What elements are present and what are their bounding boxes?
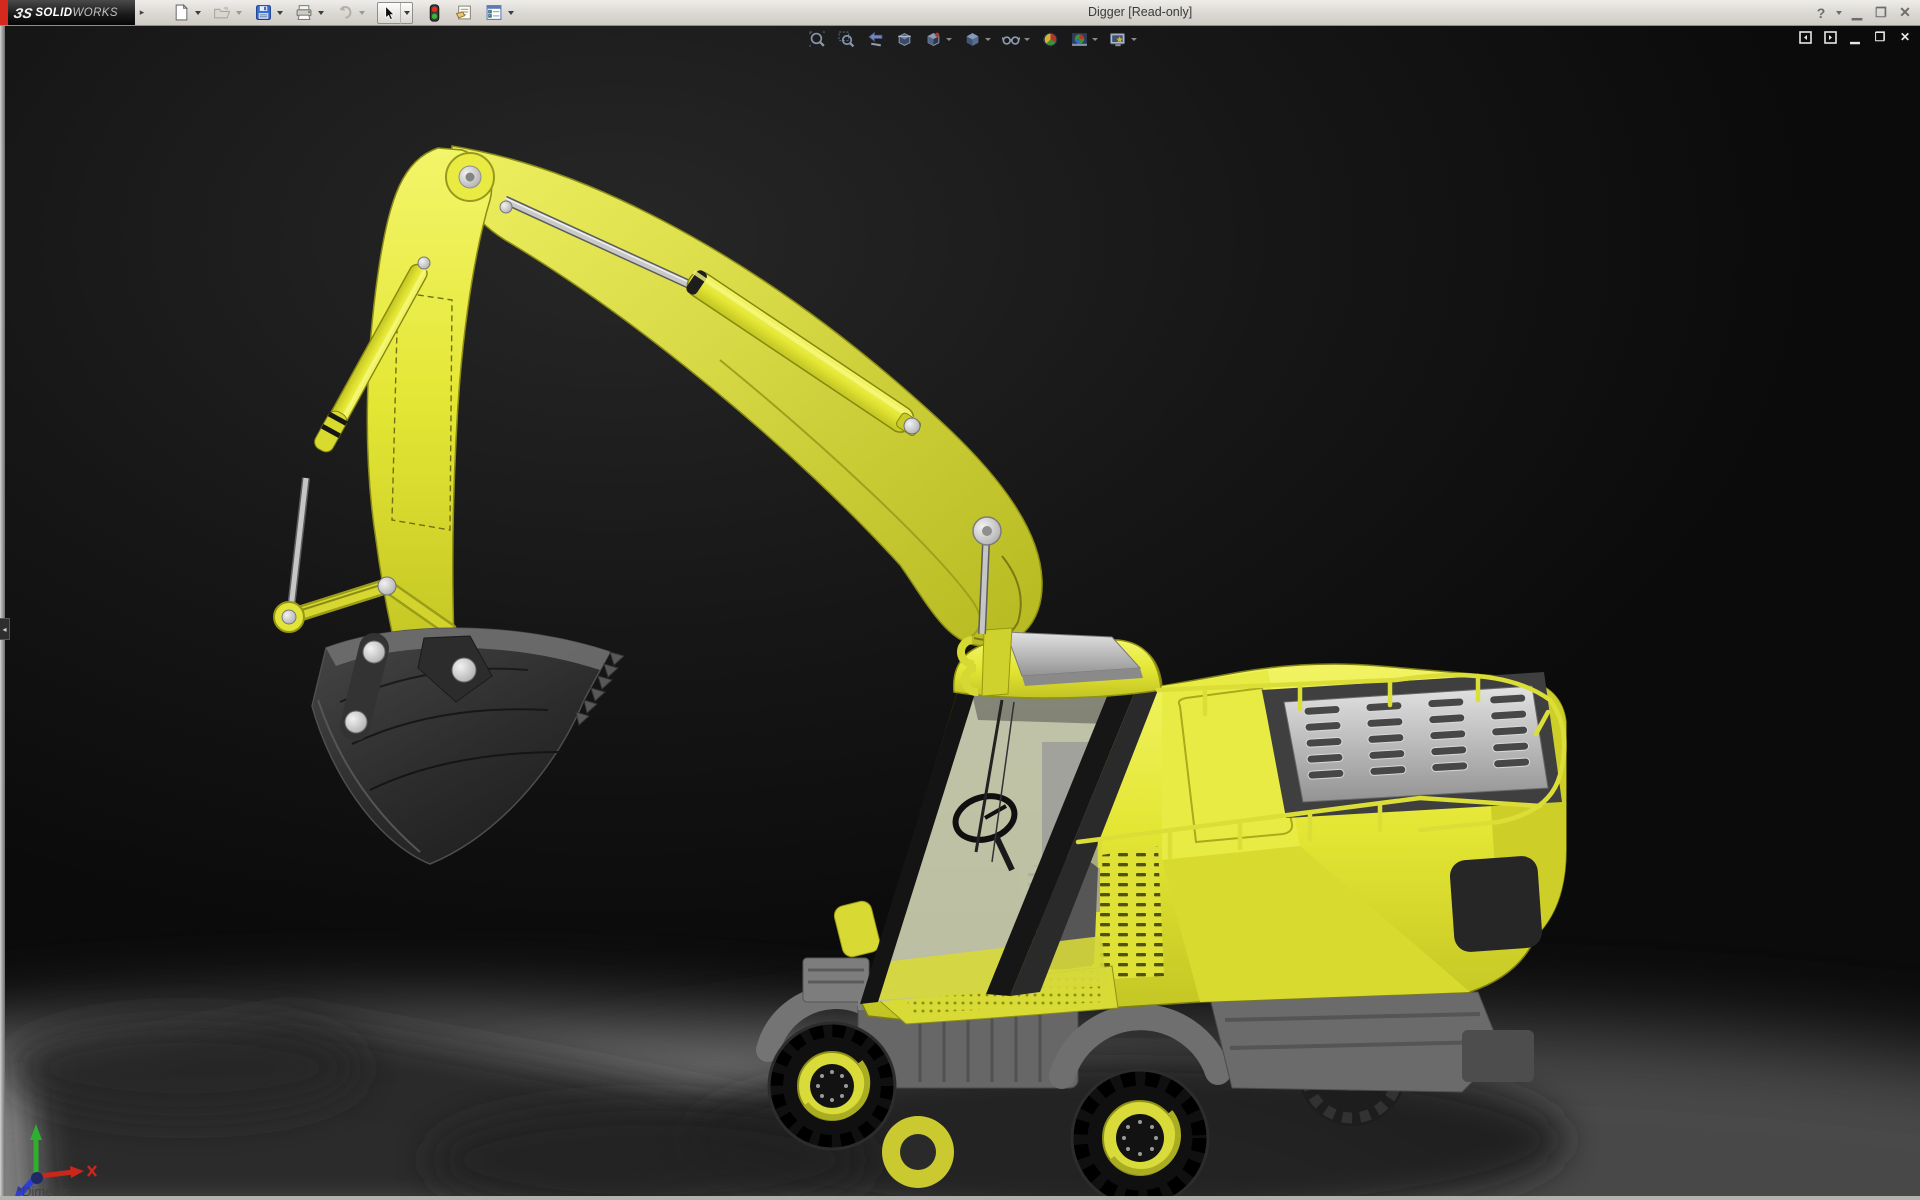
save-button[interactable] (252, 2, 274, 23)
glasses-icon (1002, 31, 1020, 48)
excavator-bucket[interactable] (312, 628, 624, 864)
solidworks-logo: ЗS SOLIDWORKS (8, 0, 135, 25)
view-settings-button[interactable] (1107, 29, 1129, 49)
checklist-icon (485, 4, 503, 21)
edit-appearance-button[interactable] (1039, 29, 1061, 49)
cursor-icon (382, 5, 397, 21)
apply-scene-button[interactable] (1068, 29, 1090, 49)
help-dropdown[interactable] (1836, 11, 1842, 15)
hide-show-items-dropdown[interactable] (1022, 29, 1032, 49)
view-cube-icon (925, 31, 942, 48)
undo-arrow-icon (336, 4, 354, 21)
viewport-3d-model[interactable] (0, 26, 1920, 1200)
restore-document-button[interactable]: ❐ (1872, 29, 1888, 45)
zoom-to-area-button[interactable] (835, 29, 857, 49)
screen-edge-red-strip (0, 0, 8, 25)
options-button[interactable] (483, 2, 505, 23)
brand-light: WORKS (72, 7, 117, 19)
scene-sphere-icon (1071, 31, 1088, 48)
select-tool-group (377, 2, 413, 24)
new-document-dropdown[interactable] (192, 2, 203, 23)
select-button[interactable] (378, 3, 401, 24)
file-properties-button[interactable] (453, 2, 475, 23)
engine-grill (1262, 672, 1562, 818)
undo-dropdown[interactable] (356, 2, 367, 23)
new-document-button[interactable] (170, 2, 192, 23)
options-dropdown[interactable] (505, 2, 516, 23)
excavator-arm[interactable] (274, 146, 1042, 864)
apply-scene-dropdown[interactable] (1090, 29, 1100, 49)
window-bottom-edge (0, 1196, 1920, 1200)
note-hand-icon (455, 4, 473, 21)
display-style-dropdown[interactable] (983, 29, 993, 49)
page-icon (173, 4, 190, 21)
pane-right-icon (1824, 31, 1837, 44)
view-settings-icon (1109, 31, 1127, 48)
solidworks-logo-glyph: ЗS (12, 5, 34, 21)
menu-expand-arrow-icon[interactable]: ▸ (137, 4, 147, 21)
close-document-button[interactable]: ✕ (1897, 29, 1913, 45)
previous-view-button[interactable] (864, 29, 886, 49)
document-window-controls: ▁ ❐ ✕ (1797, 29, 1913, 45)
pane-toggle-right-button[interactable] (1822, 29, 1838, 45)
front-wheel[interactable] (769, 1023, 895, 1149)
close-button[interactable]: ✕ (1896, 4, 1914, 22)
window-controls: ? ▁ ❐ ✕ (1812, 0, 1914, 25)
select-dropdown[interactable] (401, 3, 412, 24)
view-settings-dropdown[interactable] (1129, 29, 1139, 49)
print-dropdown[interactable] (315, 2, 326, 23)
section-cube-icon (896, 31, 913, 48)
minimize-button[interactable]: ▁ (1848, 4, 1866, 22)
open-dropdown[interactable] (233, 2, 244, 23)
display-style-button[interactable] (961, 29, 983, 49)
pane-toggle-left-button[interactable] (1797, 29, 1813, 45)
hide-show-items-button[interactable] (1000, 29, 1022, 49)
graphics-area[interactable]: ▁ ❐ ✕ ◂ *Dimetric (0, 26, 1920, 1200)
rear-wheel[interactable] (1072, 1070, 1208, 1200)
menu-bar-toolbar (170, 2, 516, 23)
traffic-light-icon (429, 4, 440, 22)
minimize-document-button[interactable]: ▁ (1847, 29, 1863, 45)
folder-icon (213, 4, 231, 21)
shaded-cube-icon (964, 31, 981, 48)
zoom-to-fit-button[interactable] (806, 29, 828, 49)
pane-left-icon (1799, 31, 1812, 44)
open-button[interactable] (211, 2, 233, 23)
save-dropdown[interactable] (274, 2, 285, 23)
rebuild-button[interactable] (423, 2, 445, 23)
panel-splitter[interactable] (0, 26, 5, 1200)
view-orientation-button[interactable] (922, 29, 944, 49)
excavator-body[interactable] (832, 628, 1566, 1024)
color-sphere-icon (1042, 31, 1059, 48)
view-orientation-dropdown[interactable] (944, 29, 954, 49)
help-button[interactable]: ? (1812, 4, 1830, 22)
panel-collapse-arrow-icon[interactable]: ◂ (0, 618, 10, 640)
printer-icon (295, 4, 313, 21)
undo-button[interactable] (334, 2, 356, 23)
print-button[interactable] (293, 2, 315, 23)
magnifier-icon (809, 31, 826, 48)
magnifier-area-icon (838, 31, 855, 48)
floppy-icon (255, 4, 272, 21)
headsup-view-toolbar (806, 29, 1139, 49)
back-arrow-icon (867, 31, 884, 48)
section-view-button[interactable] (893, 29, 915, 49)
window-title: Digger [Read-only] (1088, 5, 1192, 19)
brand-bold: SOLID (35, 7, 72, 19)
title-bar: ЗS SOLIDWORKS ▸ (0, 0, 1920, 26)
restore-button[interactable]: ❐ (1872, 4, 1890, 22)
